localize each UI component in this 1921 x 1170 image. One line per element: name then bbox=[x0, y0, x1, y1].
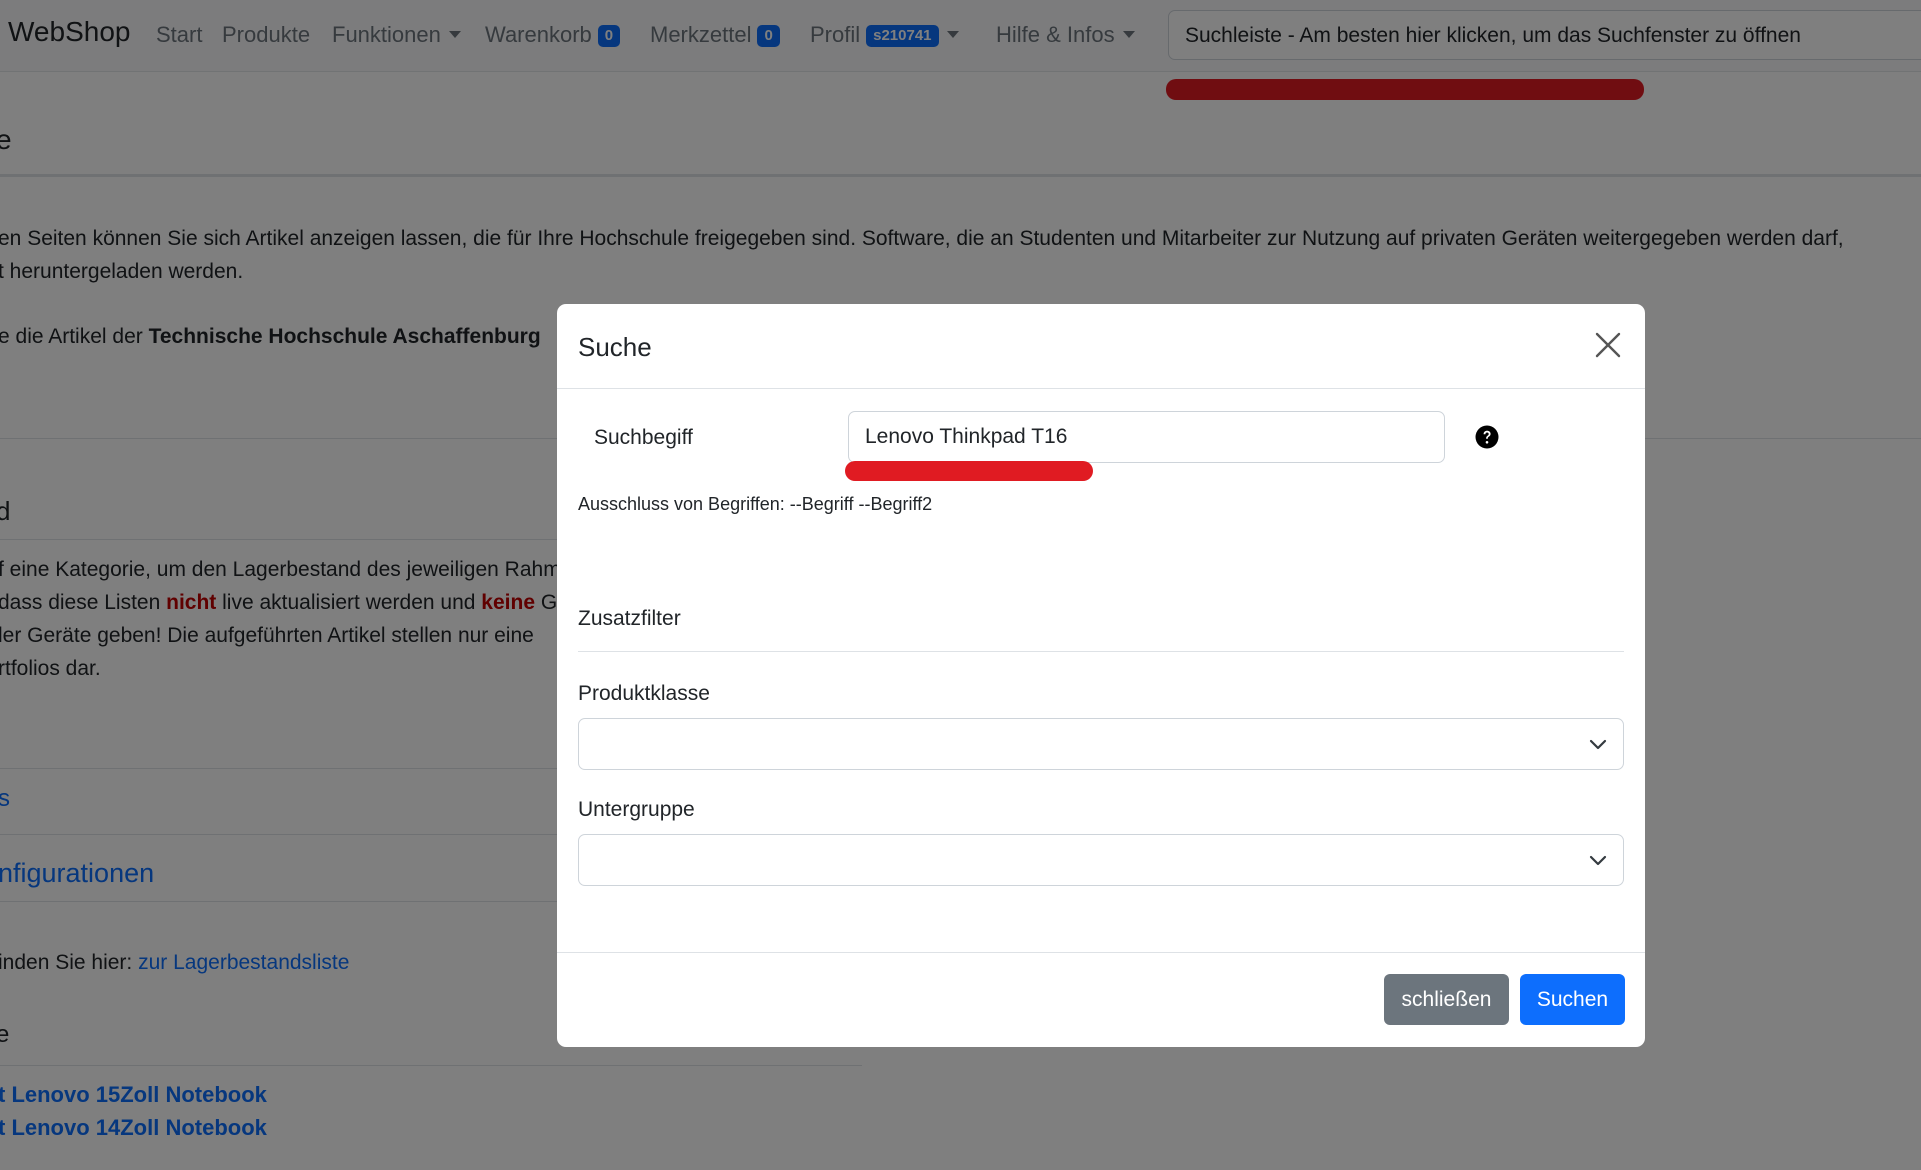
divider bbox=[578, 651, 1624, 652]
chevron-down-icon bbox=[1589, 739, 1607, 750]
modal-header: Suche bbox=[557, 304, 1645, 389]
modal-title: Suche bbox=[578, 332, 652, 362]
chevron-down-icon bbox=[1589, 855, 1607, 866]
extra-filter-title: Zusatzfilter bbox=[578, 607, 681, 630]
close-icon[interactable] bbox=[1593, 330, 1623, 360]
search-button[interactable]: Suchen bbox=[1520, 974, 1625, 1025]
product-class-label: Produktklasse bbox=[578, 682, 710, 705]
exclusion-hint: Ausschluss von Begriffen: --Begriff --Be… bbox=[578, 494, 933, 514]
annotation-underline bbox=[845, 461, 1093, 481]
search-modal: Suche Suchbegiff Lenovo Thinkpad T16 Aus… bbox=[557, 304, 1645, 1047]
close-button[interactable]: schließen bbox=[1384, 974, 1509, 1025]
subgroup-select[interactable] bbox=[578, 834, 1624, 886]
search-term-label: Suchbegiff bbox=[594, 426, 693, 449]
modal-footer: schließen Suchen bbox=[557, 952, 1645, 1047]
search-term-input[interactable]: Lenovo Thinkpad T16 bbox=[848, 411, 1445, 463]
subgroup-label: Untergruppe bbox=[578, 798, 695, 821]
product-class-select[interactable] bbox=[578, 718, 1624, 770]
help-icon[interactable] bbox=[1475, 425, 1499, 449]
